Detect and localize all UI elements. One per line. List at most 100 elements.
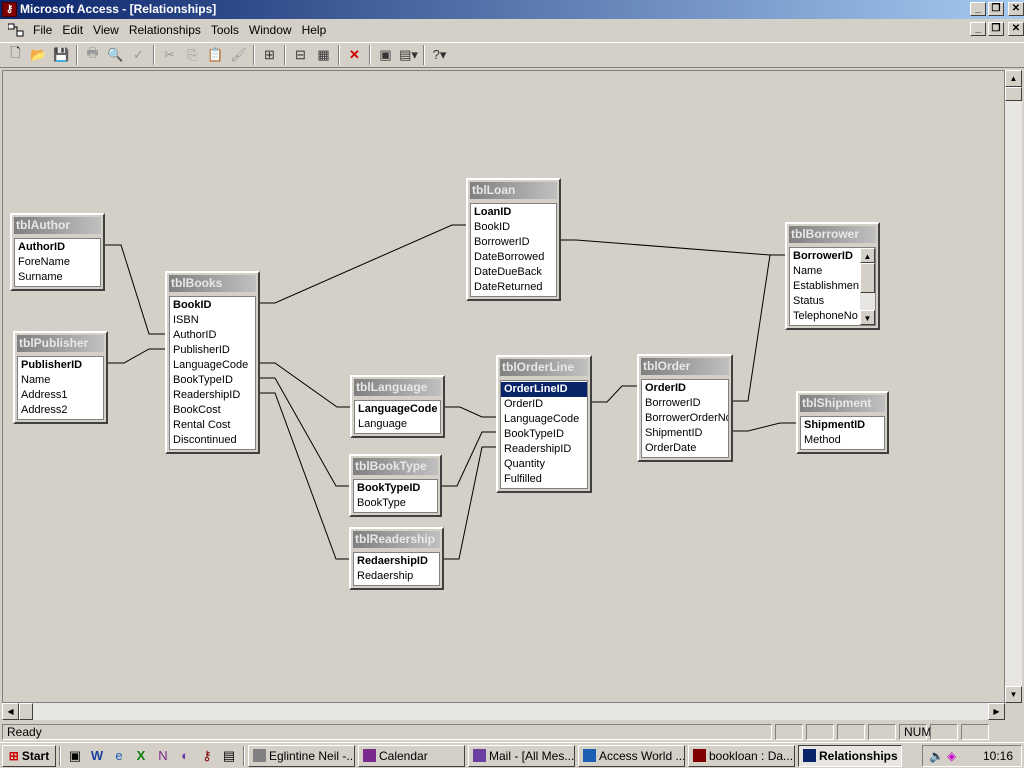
- field-list-scrollbar[interactable]: ▲ ▼: [860, 248, 875, 325]
- field-list[interactable]: ShipmentID Method: [800, 416, 885, 450]
- paste-icon[interactable]: 📋: [204, 44, 227, 66]
- menu-window[interactable]: Window: [244, 20, 297, 41]
- field-item[interactable]: ShipmentID: [801, 418, 884, 433]
- field-list[interactable]: AuthorID ForeName Surname: [14, 238, 101, 287]
- field-item[interactable]: Method: [801, 433, 884, 448]
- field-item[interactable]: DateReturned: [471, 280, 556, 295]
- table-title[interactable]: tblOrderLine: [500, 359, 588, 376]
- menu-file[interactable]: File: [28, 20, 57, 41]
- table-title[interactable]: tblBorrower: [789, 226, 876, 243]
- field-list[interactable]: LoanID BookID BorrowerID DateBorrowed Da…: [470, 203, 557, 297]
- field-item[interactable]: BookTypeID: [354, 481, 437, 496]
- field-item[interactable]: Address1: [18, 388, 103, 403]
- quicklaunch-onenote-icon[interactable]: N: [152, 745, 174, 767]
- copy-icon[interactable]: ⎘: [181, 44, 204, 66]
- table-title[interactable]: tblLoan: [470, 182, 557, 199]
- field-item[interactable]: Rental Cost: [170, 418, 255, 433]
- cut-icon[interactable]: ✂: [158, 44, 181, 66]
- access-app-icon[interactable]: ⚷: [2, 2, 17, 17]
- table-title[interactable]: tblBooks: [169, 275, 256, 292]
- quicklaunch-outlook-icon[interactable]: ◐: [174, 745, 196, 767]
- restore-button[interactable]: ❐: [988, 2, 1004, 16]
- table-title[interactable]: tblReadership: [353, 531, 440, 548]
- field-item[interactable]: ReadershipID: [170, 388, 255, 403]
- taskbar-item-active[interactable]: Relationships: [798, 744, 902, 767]
- field-item[interactable]: BookID: [170, 298, 255, 313]
- database-window-icon[interactable]: ▣: [374, 44, 397, 66]
- quicklaunch-word-icon[interactable]: W: [86, 745, 108, 767]
- table-title[interactable]: tblOrder: [641, 358, 729, 375]
- help-icon[interactable]: ?▾: [428, 44, 451, 66]
- field-item[interactable]: OrderID: [501, 397, 587, 412]
- menu-view[interactable]: View: [88, 20, 124, 41]
- quicklaunch-ie-icon[interactable]: e: [108, 745, 130, 767]
- quicklaunch-access-icon[interactable]: ⚷: [196, 745, 218, 767]
- scroll-left-arrow-icon[interactable]: ◀: [2, 703, 19, 720]
- table-tblLoan[interactable]: tblLoan LoanID BookID BorrowerID DateBor…: [466, 178, 561, 301]
- field-item[interactable]: ISBN: [170, 313, 255, 328]
- field-item[interactable]: OrderID: [642, 381, 728, 396]
- taskbar-item[interactable]: Access World ...: [578, 744, 685, 767]
- field-item[interactable]: ReadershipID: [501, 442, 587, 457]
- field-item[interactable]: BookTypeID: [501, 427, 587, 442]
- menu-tools[interactable]: Tools: [206, 20, 244, 41]
- table-title[interactable]: tblBookType: [353, 458, 438, 475]
- horizontal-scroll-thumb[interactable]: [19, 703, 33, 720]
- field-item[interactable]: AuthorID: [170, 328, 255, 343]
- table-tblOrder[interactable]: tblOrder OrderID BorrowerID BorrowerOrde…: [637, 354, 733, 462]
- quicklaunch-explorer-icon[interactable]: ▤: [218, 745, 240, 767]
- field-item[interactable]: TelephoneNo: [790, 309, 859, 324]
- field-item[interactable]: Language: [355, 417, 440, 432]
- clock[interactable]: 10:16: [983, 749, 1013, 763]
- field-item[interactable]: LanguageCode: [170, 358, 255, 373]
- quicklaunch-desktop-icon[interactable]: ▣: [64, 745, 86, 767]
- field-item[interactable]: BookType: [354, 496, 437, 511]
- horizontal-scrollbar[interactable]: ◀ ▶: [2, 703, 1005, 720]
- field-item[interactable]: Fulfilled: [501, 472, 587, 487]
- start-button[interactable]: ⊞ Start: [2, 744, 56, 767]
- field-list[interactable]: OrderLineID OrderID LanguageCode BookTyp…: [500, 380, 588, 489]
- menu-relationships[interactable]: Relationships: [124, 20, 206, 41]
- format-painter-icon[interactable]: 🖌: [227, 44, 250, 66]
- field-item[interactable]: RedaershipID: [354, 554, 439, 569]
- field-list[interactable]: BookTypeID BookType: [353, 479, 438, 513]
- volume-icon[interactable]: 🔈: [929, 746, 944, 766]
- field-item[interactable]: ForeName: [15, 255, 100, 270]
- field-item[interactable]: Address2: [18, 403, 103, 418]
- field-list[interactable]: PublisherID Name Address1 Address2: [17, 356, 104, 420]
- scroll-right-arrow-icon[interactable]: ▶: [988, 703, 1005, 720]
- scroll-up-arrow-icon[interactable]: ▲: [860, 248, 875, 263]
- taskbar-item[interactable]: bookloan : Da...: [688, 744, 795, 767]
- taskbar-item[interactable]: Mail - [All Mes...: [468, 744, 575, 767]
- field-item[interactable]: PublisherID: [18, 358, 103, 373]
- field-item[interactable]: Discontinued: [170, 433, 255, 448]
- field-item-selected[interactable]: OrderLineID: [501, 382, 587, 397]
- field-item[interactable]: BorrowerID: [790, 249, 859, 264]
- scroll-down-arrow-icon[interactable]: ▼: [860, 310, 875, 325]
- minimize-button[interactable]: _: [970, 2, 986, 16]
- table-tblBooks[interactable]: tblBooks BookID ISBN AuthorID PublisherI…: [165, 271, 260, 454]
- table-title[interactable]: tblShipment: [800, 395, 885, 412]
- show-all-icon[interactable]: ▦: [312, 44, 335, 66]
- relationships-doc-icon[interactable]: [8, 23, 24, 37]
- field-list[interactable]: BookID ISBN AuthorID PublisherID Languag…: [169, 296, 256, 450]
- field-item[interactable]: LanguageCode: [355, 402, 440, 417]
- print-icon[interactable]: 🖶: [81, 44, 104, 66]
- field-item[interactable]: BookCost: [170, 403, 255, 418]
- close-button[interactable]: ✕: [1008, 2, 1024, 16]
- table-title[interactable]: tblAuthor: [14, 217, 101, 234]
- field-item[interactable]: Establishment: [790, 279, 859, 294]
- table-title[interactable]: tblPublisher: [17, 335, 104, 352]
- scroll-thumb[interactable]: [860, 263, 875, 293]
- quicklaunch-excel-icon[interactable]: X: [130, 745, 152, 767]
- doc-close-button[interactable]: ✕: [1008, 22, 1024, 36]
- field-list[interactable]: LanguageCode Language: [354, 400, 441, 434]
- field-item[interactable]: ShipmentID: [642, 426, 728, 441]
- field-list[interactable]: RedaershipID Redaership: [353, 552, 440, 586]
- field-item[interactable]: LanguageCode: [501, 412, 587, 427]
- field-item[interactable]: DateBorrowed: [471, 250, 556, 265]
- table-tblBorrower[interactable]: tblBorrower BorrowerID Name Establishmen…: [785, 222, 880, 330]
- new-object-icon[interactable]: ▤▾: [397, 44, 420, 66]
- field-list[interactable]: OrderID BorrowerID BorrowerOrderNo Shipm…: [641, 379, 729, 458]
- field-item[interactable]: PublisherID: [170, 343, 255, 358]
